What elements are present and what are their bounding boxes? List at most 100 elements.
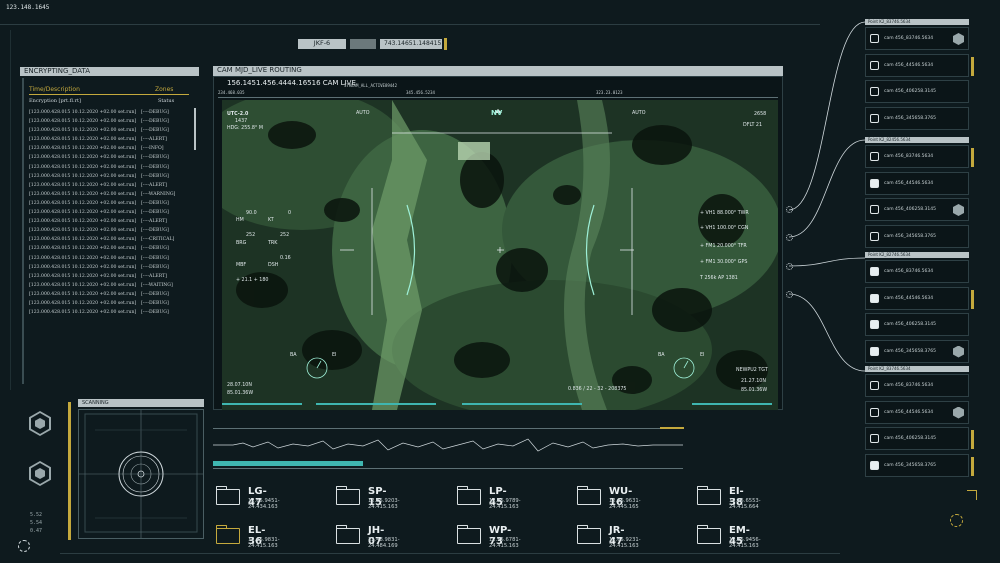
camera-label: cam 456_83746.5634 bbox=[884, 269, 934, 274]
camera-item[interactable]: cam 456_44546.5634 bbox=[865, 400, 969, 424]
gear-icon[interactable] bbox=[786, 291, 793, 298]
camera-group-header[interactable]: Point K2_82456.5634 bbox=[865, 137, 969, 143]
camera-checkbox[interactable] bbox=[870, 293, 879, 303]
folder-icon[interactable] bbox=[456, 525, 481, 544]
camera-item[interactable]: cam 456_406258.3145 bbox=[865, 427, 974, 450]
camera-group-header[interactable]: Point K2_82746.5634 bbox=[865, 252, 969, 258]
camera-item[interactable]: cam 456_345658.3765 bbox=[865, 106, 969, 130]
top-rule bbox=[0, 24, 820, 25]
active-marker bbox=[971, 430, 974, 449]
camera-checkbox[interactable] bbox=[870, 205, 879, 214]
hud-heading: HDG: 255.8° M bbox=[227, 126, 263, 131]
gear-icon[interactable] bbox=[786, 234, 793, 241]
camera-checkbox[interactable] bbox=[870, 231, 879, 241]
camera-item[interactable]: cam 456_44546.5634 bbox=[865, 53, 974, 77]
camera-checkbox[interactable] bbox=[870, 407, 879, 417]
encrypt-sub-desc: Encryption [prt.fl.rt] bbox=[29, 98, 81, 104]
target-coord: 12.65.9831-24.415.163 bbox=[248, 537, 280, 549]
log-desc: [123.000.428.015 10.12.2020 +02.00 set.r… bbox=[29, 228, 137, 234]
gear-icon[interactable] bbox=[786, 263, 793, 270]
ruler-line bbox=[218, 97, 778, 98]
camera-item[interactable]: cam 456_83746.5634 bbox=[865, 374, 969, 397]
hud-ba-left: BA bbox=[290, 353, 297, 358]
camera-item[interactable]: cam 456_44546.5634 bbox=[865, 286, 974, 310]
hud-grid-val: 90.0 bbox=[246, 211, 257, 216]
gear-icon[interactable] bbox=[786, 206, 793, 213]
camera-item[interactable]: cam 456_44546.5634 bbox=[865, 171, 969, 195]
camera-checkbox[interactable] bbox=[870, 113, 879, 123]
folder-icon[interactable] bbox=[335, 486, 360, 505]
tag-right[interactable]: 743.14651.148415 bbox=[380, 39, 442, 49]
hud-right-row: + FM1 30.000° GPS bbox=[700, 260, 748, 265]
tag-left[interactable]: JKF-6 bbox=[298, 39, 346, 49]
waveform bbox=[213, 438, 683, 452]
log-status: [----DEBUG] bbox=[141, 164, 169, 170]
readout-val: 0.47 bbox=[30, 528, 43, 534]
camera-group-header[interactable]: Point K2_83746.5634 bbox=[865, 19, 969, 25]
mode-label: NV bbox=[491, 109, 503, 117]
log-row: [123.000.428.015 10.12.2020 +02.00 set.r… bbox=[29, 181, 193, 190]
camera-feed[interactable]: NV AUTO AUTO UTC-2.0 1437 HDG: 255.8° M … bbox=[222, 100, 778, 410]
folder-icon[interactable] bbox=[576, 525, 601, 544]
camera-checkbox[interactable] bbox=[870, 434, 879, 443]
folder-icon[interactable] bbox=[215, 486, 240, 505]
log-row: [123.000.428.015 10.12.2020 +02.00 set.r… bbox=[29, 208, 193, 217]
hud-bottom-mid: 0.836 / 22 - 32 - 208375 bbox=[568, 387, 627, 392]
log-status: [----DEBUG] bbox=[141, 246, 169, 252]
folder-icon[interactable] bbox=[215, 525, 240, 544]
camera-item[interactable]: cam 456_345658.3765 bbox=[865, 224, 969, 248]
camera-item[interactable]: cam 456_406258.3145 bbox=[865, 198, 969, 221]
hud-left-small: + 21.1 + 180 bbox=[236, 278, 269, 283]
target-coord: 12.65.9631-24.445.165 bbox=[609, 498, 641, 510]
encrypt-col-desc: Time/Description bbox=[29, 86, 80, 93]
hud-grid-val: 252 bbox=[280, 233, 290, 238]
camera-item[interactable]: cam 456_83746.5634 bbox=[865, 260, 969, 283]
camera-checkbox[interactable] bbox=[870, 346, 879, 356]
connector-lines bbox=[788, 21, 866, 372]
hud-grid-lbl: MBF bbox=[236, 263, 247, 268]
log-row: [123.000.428.015 10.12.2020 +02.00 set.r… bbox=[29, 117, 193, 126]
folder-icon[interactable] bbox=[696, 486, 721, 505]
encrypt-scrollbar-right[interactable] bbox=[194, 108, 196, 150]
camera-item[interactable]: cam 456_406258.3145 bbox=[865, 313, 969, 336]
hud-grid-lbl: HM bbox=[236, 218, 244, 223]
encrypt-scrollbar[interactable] bbox=[22, 78, 24, 384]
waveform-divider-top bbox=[213, 428, 683, 429]
camera-label: cam 456_345658.3765 bbox=[884, 348, 936, 354]
camera-label: cam 456_83746.5634 bbox=[884, 154, 934, 159]
camera-item[interactable]: cam 456_345658.3765 bbox=[865, 339, 969, 363]
camera-checkbox[interactable] bbox=[870, 152, 879, 161]
folder-icon[interactable] bbox=[335, 525, 360, 544]
log-desc: [123.000.428.015 10.12.2020 +02.00 set.r… bbox=[29, 273, 137, 279]
hud-bl-2: 85.01.36W bbox=[227, 391, 254, 396]
camera-checkbox[interactable] bbox=[870, 34, 879, 43]
camera-checkbox[interactable] bbox=[870, 60, 879, 70]
target-coord: 12.65.9231-24.415.163 bbox=[609, 537, 641, 549]
camera-item[interactable]: cam 456_345658.3765 bbox=[865, 453, 974, 477]
folder-icon[interactable] bbox=[696, 525, 721, 544]
encrypt-divider bbox=[29, 94, 189, 95]
sync-ring-icon[interactable] bbox=[950, 514, 963, 527]
waveform-gold-mark bbox=[660, 427, 684, 429]
log-desc: [123.000.428.015 10.12.2020 +02.00 set.r… bbox=[29, 246, 137, 252]
folder-icon[interactable] bbox=[576, 486, 601, 505]
log-row: [123.000.428.015 10.12.2020 +02.00 set.r… bbox=[29, 244, 193, 253]
hud-right-row: + FM1 20.000° TFR bbox=[700, 244, 747, 249]
camera-checkbox[interactable] bbox=[870, 320, 879, 329]
log-status: [----ALERT] bbox=[141, 273, 167, 279]
log-status: [----DEBUG] bbox=[141, 310, 169, 316]
camera-item[interactable]: cam 456_83746.5634 bbox=[865, 27, 969, 50]
folder-icon[interactable] bbox=[456, 486, 481, 505]
hex-icon bbox=[29, 411, 51, 436]
target-ring-icon[interactable] bbox=[18, 540, 30, 552]
camera-checkbox[interactable] bbox=[870, 87, 879, 96]
camera-checkbox[interactable] bbox=[870, 460, 879, 470]
log-desc: [123.000.428.015 10.12.2020 +02.00 set.r… bbox=[29, 182, 137, 188]
camera-checkbox[interactable] bbox=[870, 267, 879, 276]
camera-item[interactable]: cam 456_406258.3145 bbox=[865, 80, 969, 103]
camera-checkbox[interactable] bbox=[870, 381, 879, 390]
camera-checkbox[interactable] bbox=[870, 178, 879, 188]
camera-label: cam 456_345658.3765 bbox=[884, 115, 936, 121]
camera-group-header[interactable]: Point K2_83746.5634 bbox=[865, 366, 969, 372]
camera-item[interactable]: cam 456_83746.5634 bbox=[865, 145, 974, 168]
